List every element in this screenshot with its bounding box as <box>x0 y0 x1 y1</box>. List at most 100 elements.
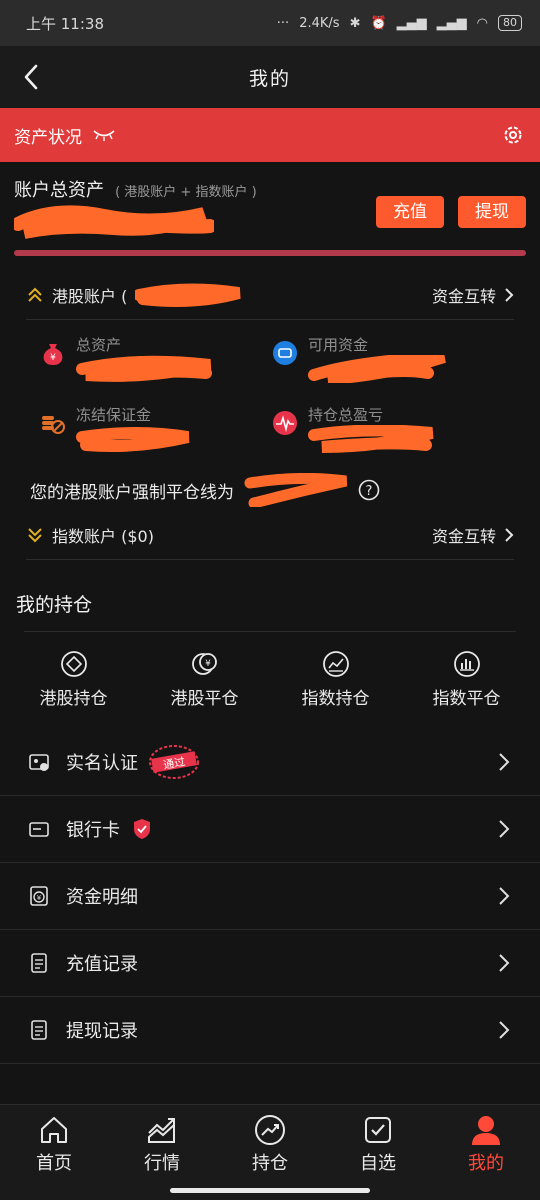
bluetooth-icon: ✱ <box>349 15 361 31</box>
index-account-row[interactable]: 指数账户 ($0) 资金互转 <box>26 510 514 560</box>
index-holding-icon <box>322 651 349 677</box>
approved-stamp-icon: 通过 <box>149 745 199 779</box>
account-stats: ¥ 总资产 可用资金 冻结保证金 持仓总盈亏 <box>0 320 540 470</box>
redacted-liquidation-value <box>244 473 348 507</box>
holding-pl-label: 持仓总盈亏 <box>308 406 384 424</box>
wifi-icon: ◠ <box>476 15 488 31</box>
redacted-total-assets <box>76 355 212 382</box>
approved-stamp-text: 通过 <box>162 755 186 772</box>
available-funds-label: 可用资金 <box>308 336 369 354</box>
status-time: 上午 11:38 <box>26 14 104 33</box>
menu-recharge-records-label: 充值记录 <box>66 954 138 975</box>
tab-home-label: 首页 <box>36 1153 72 1174</box>
document-icon <box>31 953 47 973</box>
asset-divider-bar <box>14 250 526 256</box>
menu-item-withdraw-records[interactable]: 提现记录 <box>0 997 540 1064</box>
hk-transfer-label: 资金互转 <box>431 286 496 306</box>
chevron-right-icon <box>505 527 514 542</box>
card-icon <box>29 822 49 837</box>
alarm-icon: ⏰ <box>370 15 387 31</box>
signal-icon-2: ▂▄▆ <box>436 15 467 31</box>
index-transfer-label: 资金互转 <box>431 526 496 546</box>
frozen-margin-stat: 冻结保证金 <box>40 404 196 457</box>
tab-market-label: 行情 <box>144 1153 180 1174</box>
battery-icon: 80 <box>498 15 522 31</box>
chevron-down-double-icon <box>28 527 42 542</box>
svg-text:¥: ¥ <box>50 353 56 363</box>
chevron-right-icon <box>499 820 510 838</box>
chevron-right-icon <box>499 753 510 771</box>
menu-verify-label: 实名认证 <box>66 753 138 774</box>
signal-icon: ▂▄▆ <box>396 15 427 31</box>
chevron-right-icon <box>499 887 510 905</box>
menu-item-recharge-records[interactable]: 充值记录 <box>0 930 540 997</box>
tab-mine[interactable]: 我的 <box>436 1113 536 1200</box>
chevron-right-icon <box>505 287 514 302</box>
shield-check-icon <box>134 819 150 839</box>
menu-withdraw-records-label: 提现记录 <box>66 1021 138 1042</box>
tab-market[interactable]: 行情 <box>112 1113 212 1200</box>
menu-item-verify[interactable]: 实名认证 通过 <box>0 729 540 796</box>
positions-grid: 港股持仓 ¥ 港股平仓 指数持仓 指数平仓 <box>0 632 540 729</box>
chevron-right-icon <box>499 1021 510 1039</box>
menu-funds-label: 资金明细 <box>66 887 138 908</box>
chart-trend-icon <box>148 1118 175 1143</box>
back-icon[interactable] <box>18 62 48 92</box>
total-assets-stat: ¥ 总资产 <box>40 334 216 387</box>
tab-positions-label: 持仓 <box>252 1153 288 1174</box>
tab-watchlist[interactable]: 自选 <box>328 1113 428 1200</box>
hk-close-label: 港股平仓 <box>170 689 239 709</box>
recharge-button[interactable]: 充值 <box>376 196 444 228</box>
coins-stop-icon <box>42 416 65 434</box>
liquidation-line: 您的港股账户强制平仓线为 ? <box>30 470 510 510</box>
document-icon <box>31 1020 47 1040</box>
menu-item-funds-detail[interactable]: ¥ 资金明细 <box>0 863 540 930</box>
dots-icon: ··· <box>276 15 290 31</box>
settings-icon[interactable] <box>502 124 524 146</box>
help-icon[interactable]: ? <box>358 479 380 501</box>
liquidation-text: 您的港股账户强制平仓线为 <box>30 482 234 503</box>
redacted-holding-pl <box>308 424 434 453</box>
status-icons: ··· 2.4K/s ✱ ⏰ ▂▄▆ ▂▄▆ ◠ 80 <box>277 15 522 31</box>
id-card-icon <box>29 754 49 771</box>
index-close-button[interactable]: 指数平仓 <box>407 650 527 709</box>
tab-mine-label: 我的 <box>468 1153 504 1174</box>
net-speed: 2.4K/s <box>299 15 340 31</box>
user-icon <box>472 1116 500 1145</box>
hk-close-icon: ¥ <box>191 653 217 675</box>
menu-bank-label: 银行卡 <box>66 820 120 841</box>
tab-positions[interactable]: 持仓 <box>220 1113 320 1200</box>
checkbox-icon <box>365 1117 391 1143</box>
menu-item-bank-card[interactable]: 银行卡 <box>0 796 540 863</box>
redacted-frozen-margin <box>76 427 190 452</box>
status-bar: 上午 11:38 ··· 2.4K/s ✱ ⏰ ▂▄▆ ▂▄▆ ◠ 80 <box>0 0 540 46</box>
svg-text:?: ? <box>366 484 373 499</box>
index-transfer-link[interactable]: 资金互转 <box>432 523 514 547</box>
bottom-tab-bar: 首页 行情 持仓 自选 我的 <box>0 1104 540 1200</box>
hk-holding-label: 港股持仓 <box>39 689 108 709</box>
hk-holding-button[interactable]: 港股持仓 <box>14 650 134 709</box>
total-assets-label: 总资产 <box>76 336 122 354</box>
index-holding-button[interactable]: 指数持仓 <box>276 650 396 709</box>
home-icon <box>41 1117 67 1143</box>
redacted-available-funds <box>308 351 446 385</box>
available-funds-stat: 可用资金 <box>272 334 448 387</box>
page-title: 我的 <box>248 67 291 90</box>
trend-circle-icon <box>255 1115 285 1145</box>
tab-home[interactable]: 首页 <box>4 1113 104 1200</box>
hk-transfer-link[interactable]: 资金互转 <box>432 283 514 307</box>
my-positions-title: 我的持仓 <box>16 594 93 616</box>
hk-close-button[interactable]: ¥ 港股平仓 <box>145 650 265 709</box>
svg-text:¥: ¥ <box>37 894 42 902</box>
eye-closed-icon[interactable] <box>92 128 116 142</box>
svg-text:¥: ¥ <box>205 659 211 669</box>
home-indicator <box>170 1188 370 1193</box>
wallet-icon <box>273 341 297 365</box>
nav-bar: 我的 <box>0 46 540 108</box>
asset-status-label: 资产状况 <box>14 127 82 148</box>
withdraw-button[interactable]: 提现 <box>458 196 526 228</box>
total-assets-section: 账户总资产 ( 港股账户 + 指数账户 ) 充值 提现 <box>0 162 540 282</box>
index-account-label: 指数账户 ($0) <box>52 526 154 546</box>
chevron-right-icon <box>499 954 510 972</box>
redacted-total-value <box>14 205 214 239</box>
